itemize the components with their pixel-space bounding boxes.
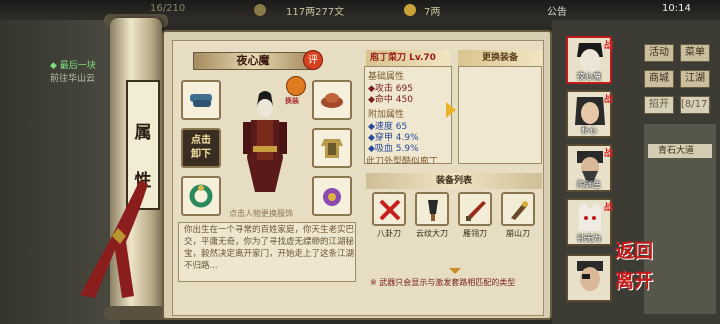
party-name-4: 钟无为 (577, 234, 601, 243)
activity-button[interactable]: 活动 (644, 44, 674, 62)
change-equipment-title: 更换装备 (458, 50, 542, 66)
quest-title: ◆ 最后一块 (50, 61, 96, 71)
recruit-counter: [8/17] (680, 96, 711, 114)
coin-icon (254, 4, 266, 16)
scroll-down-icon[interactable] (449, 268, 461, 274)
party-member-5[interactable] (566, 254, 612, 302)
rating-badge[interactable]: 评 (303, 50, 323, 70)
mountain-blade-icon (511, 201, 528, 220)
broadsword-icon (428, 200, 438, 221)
tassel-decoration (80, 180, 148, 298)
weapon-item-yunwen[interactable] (415, 192, 449, 226)
stat-lifesteal: ◆吸血 5.9% (368, 144, 419, 154)
compare-arrow-icon (446, 102, 456, 118)
return-label: 返回 (614, 240, 653, 262)
unequip-button[interactable]: 点击 卸下 (181, 128, 221, 168)
armor-icon (321, 139, 343, 158)
weapon-label-3: 雁翎刀 (463, 229, 487, 238)
leave-label: 离开 (614, 270, 653, 292)
jianghu-button[interactable]: 江湖 (680, 70, 710, 88)
announcement-button[interactable]: 公告 (547, 3, 567, 18)
shop-button[interactable]: 商城 (644, 70, 674, 88)
weapon-filter-note: ※ 武器只会显示与激发套路相匹配的类型 (370, 278, 516, 287)
unequip-label: 点击 卸下 (191, 135, 211, 160)
stat-accuracy: ◆命中 450 (368, 95, 413, 105)
battle-tag-1: 战 (604, 41, 614, 51)
battle-tag-2: 战 (604, 95, 614, 105)
weapon-item-bengshan[interactable] (501, 192, 535, 226)
hat-icon (321, 93, 343, 108)
change-equipment-box (458, 66, 542, 164)
amulet-icon (323, 188, 341, 206)
weapon-label-1: 八卦刀 (377, 229, 401, 238)
outfit-hint: 点击人物更换服饰 (229, 209, 293, 218)
quest-hint: 前往华山云 (50, 74, 96, 84)
party-name-2: 朴心 (581, 126, 597, 135)
tab-label-1: 属 (134, 123, 152, 143)
weapon-label-2: 云纹大刀 (416, 229, 448, 238)
weapon-title: 庖丁菜刀 Lv.70 (366, 50, 450, 66)
location-label[interactable]: 青石大道 (648, 144, 712, 158)
equip-slot-gloves[interactable] (181, 80, 221, 120)
saber-icon (466, 201, 486, 221)
party-name-1: 夜心魔 (577, 72, 601, 81)
battle-tag-3: 战 (604, 149, 614, 159)
battle-tag-4: 战 (604, 203, 614, 213)
weapon-label-4: 崩山刀 (506, 229, 530, 238)
character-avatar[interactable] (235, 88, 295, 198)
character-name: 夜心魔 (193, 52, 313, 70)
equip-slot-amulet[interactable] (312, 176, 352, 216)
equip-slot-hat[interactable] (312, 80, 352, 120)
gloves-icon (190, 94, 212, 107)
ring-icon (189, 184, 213, 208)
equip-slot-armor[interactable] (312, 128, 352, 168)
energy-counter: 16/210 (150, 3, 186, 14)
weapon-lore-text: 此刀外型酷似庖丁 (366, 157, 439, 164)
equipment-list-title: 装备列表 (366, 173, 542, 189)
quest-tracker[interactable]: ◆ 最后一块 前往华山云 (50, 60, 96, 86)
party-name-3: 陶渊生 (577, 180, 601, 189)
weapon-item-bagua[interactable] (372, 192, 406, 226)
menu-button[interactable]: 菜单 (680, 44, 710, 62)
character-description: 你出生在一个寻常的百姓家庭，你天生老实巴交，平庸无奇，你为了寻找虚无缥缈的江湖秘… (184, 225, 355, 271)
tael-icon (404, 4, 416, 16)
currency-text: 117两277文 (286, 7, 345, 18)
eyepatch-face-icon (577, 261, 603, 291)
equip-slot-ring[interactable] (181, 176, 221, 216)
return-button[interactable]: 返回 离开 (614, 236, 654, 306)
weapon-item-yanling[interactable] (458, 192, 492, 226)
bagua-blade-icon (379, 199, 401, 221)
recruit-button[interactable]: 招开 (644, 96, 674, 114)
tael-text: 7两 (424, 7, 441, 18)
clock: 10:14 (662, 3, 691, 14)
scroll-cap-bottom (104, 306, 168, 320)
